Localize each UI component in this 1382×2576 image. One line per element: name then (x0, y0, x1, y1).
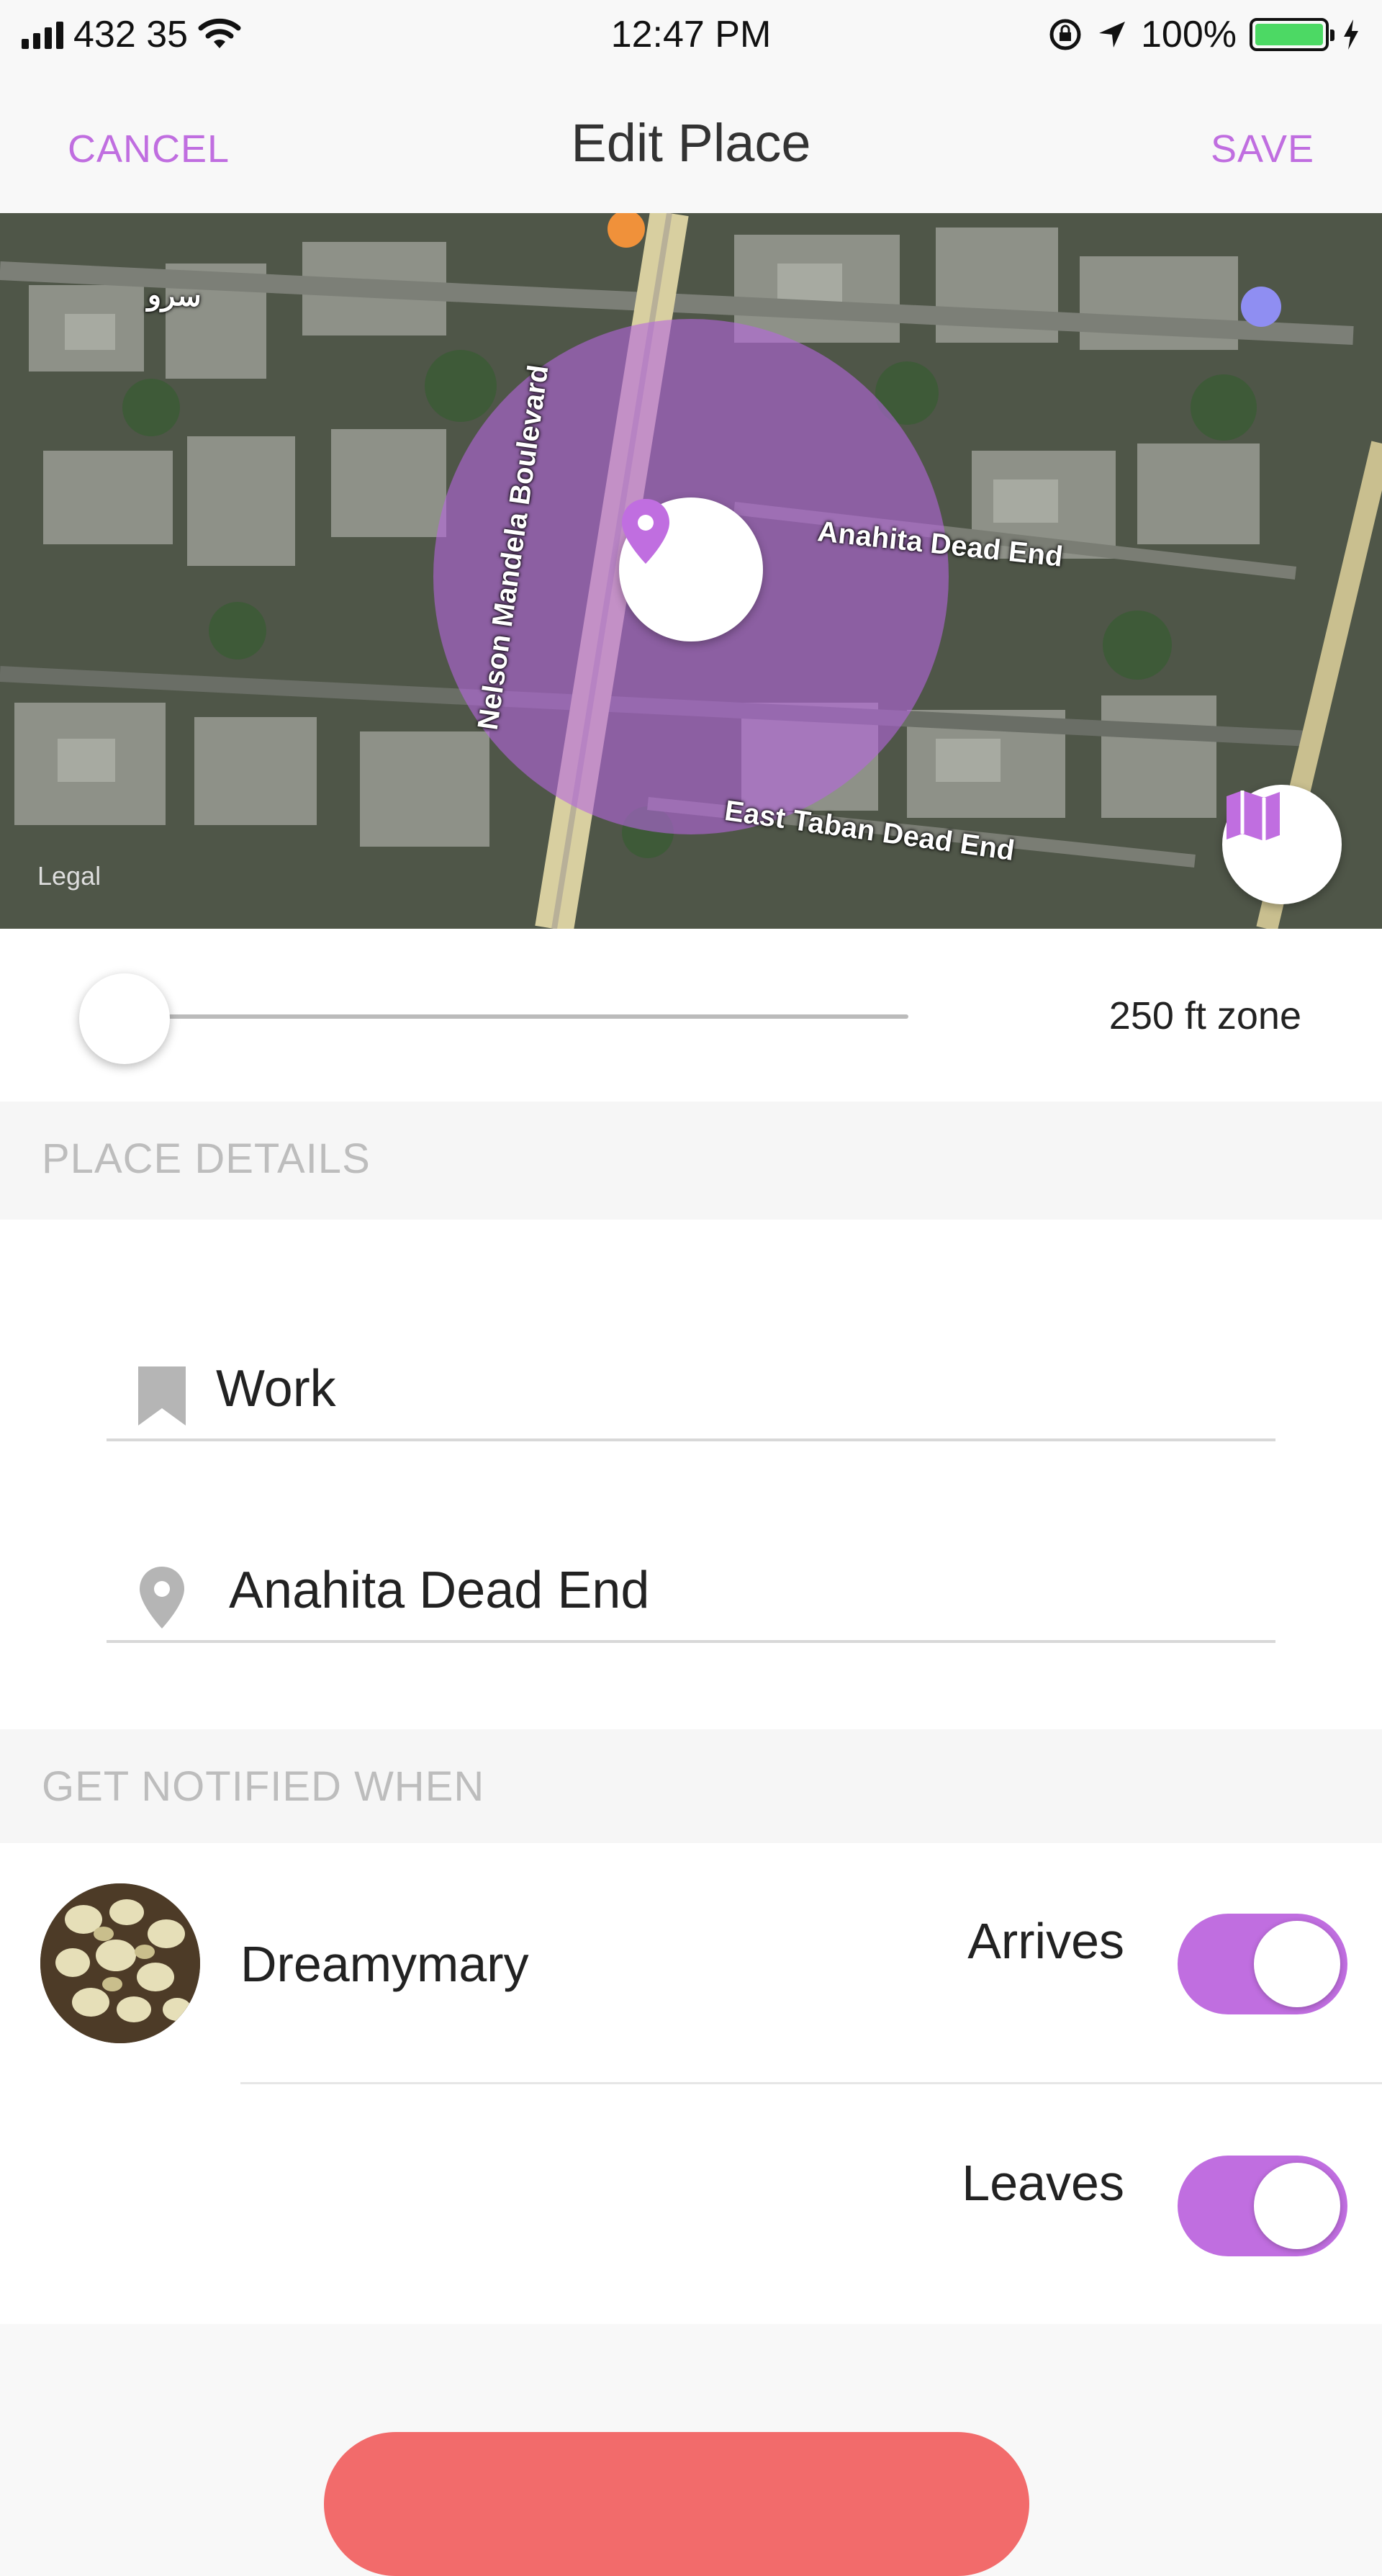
status-right: 100% (1047, 13, 1360, 56)
section-title: GET NOTIFIED WHEN (42, 1763, 485, 1810)
bottom-area (0, 2324, 1382, 2576)
arrives-toggle[interactable] (1178, 1914, 1347, 2014)
location-arrow-icon (1099, 22, 1125, 48)
place-address-field[interactable]: Anahita Dead End (107, 1539, 1275, 1643)
map-icon (1227, 791, 1280, 841)
radius-slider-thumb[interactable] (79, 973, 170, 1064)
section-title: PLACE DETAILS (42, 1135, 371, 1182)
page-title: Edit Place (571, 113, 811, 173)
avatar-photo (40, 1883, 200, 2043)
delete-place-button[interactable] (324, 2432, 1029, 2576)
save-button[interactable]: SAVE (1211, 127, 1314, 171)
leaves-label: Leaves (962, 2155, 1124, 2211)
toggle-thumb (1254, 2163, 1340, 2249)
bookmark-icon (138, 1366, 186, 1426)
place-name-field[interactable]: Work (107, 1338, 1275, 1441)
radius-row: 250 ft zone (0, 929, 1382, 1102)
radius-slider-track[interactable] (137, 1014, 908, 1019)
status-bar: 432 35 12:47 PM 100% (0, 0, 1382, 72)
notify-header: GET NOTIFIED WHEN (0, 1729, 1382, 1843)
battery-percent: 100% (1141, 14, 1237, 55)
toggle-thumb (1254, 1921, 1340, 2007)
notify-section: Dreamymary Arrives Leaves (0, 1843, 1382, 2324)
place-details-header: PLACE DETAILS (0, 1102, 1382, 1220)
place-details-section: Work Anahita Dead End (0, 1220, 1382, 1729)
map-type-button[interactable] (1222, 785, 1342, 904)
divider (240, 2082, 1382, 2084)
zone-size-label: 250 ft zone (1108, 994, 1301, 1037)
charging-icon (1344, 19, 1358, 50)
map-pin-icon (622, 499, 669, 564)
rotation-lock-icon (1049, 19, 1081, 50)
arrives-label: Arrives (967, 1913, 1124, 1969)
place-address-value: Anahita Dead End (229, 1562, 650, 1619)
battery-icon (1250, 18, 1334, 51)
legal-link[interactable]: Legal (37, 861, 101, 891)
street-label: سرو (147, 279, 202, 313)
location-pin-icon (140, 1567, 184, 1629)
place-name-value: Work (216, 1360, 336, 1418)
avatar (40, 1883, 200, 2043)
leaves-toggle[interactable] (1178, 2156, 1347, 2256)
navigation-bar: CANCEL Edit Place SAVE (0, 72, 1382, 213)
map-pin-marker[interactable] (619, 497, 763, 641)
person-name: Dreamymary (240, 1936, 529, 1992)
map-view[interactable]: سرو Nelson Mandela Boulevard Anahita Dea… (0, 213, 1382, 929)
